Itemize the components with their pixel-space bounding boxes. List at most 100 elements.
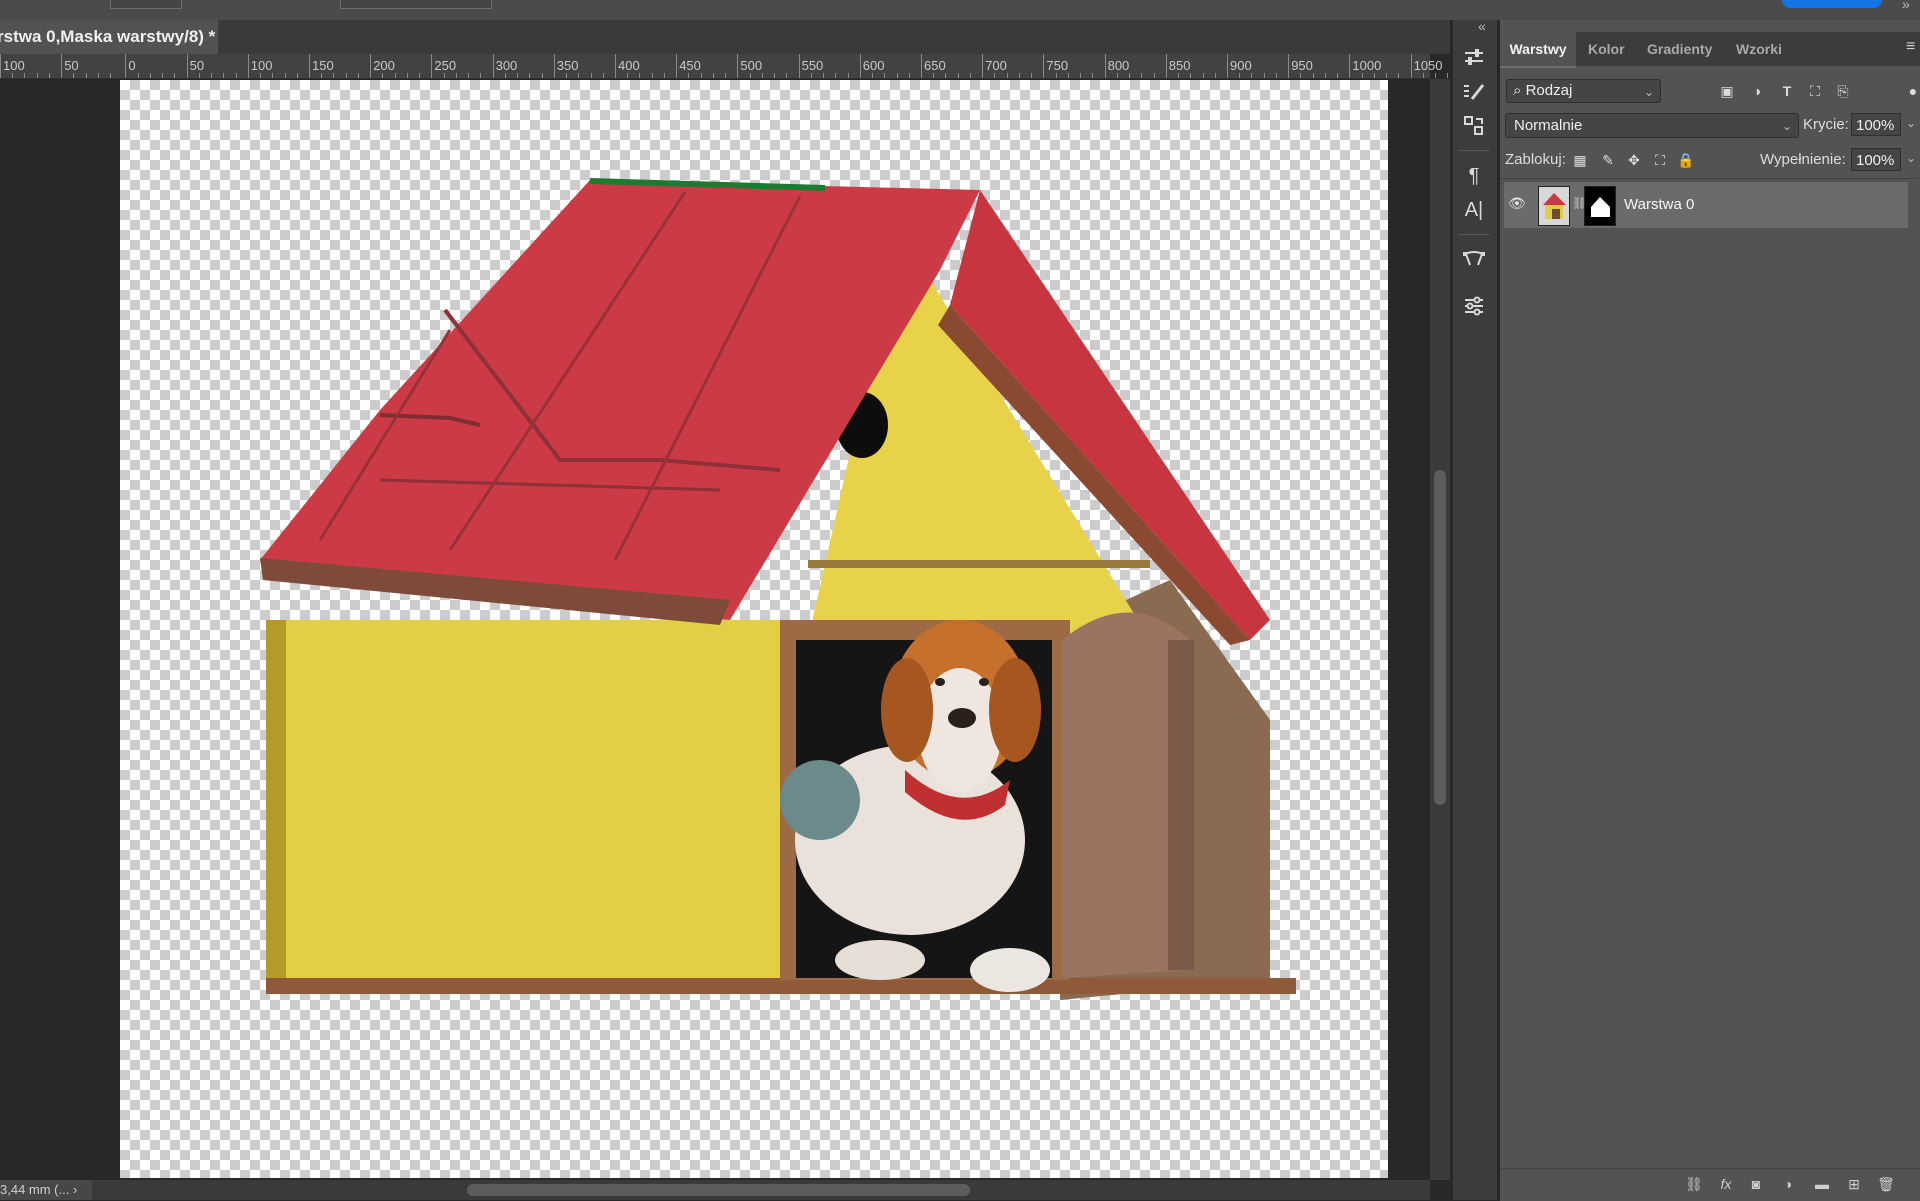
ruler-major-tick: [798, 54, 800, 78]
ruler-minor-tick: [174, 73, 176, 78]
ruler-major-tick: [737, 54, 739, 78]
properties-icon[interactable]: [1458, 292, 1490, 320]
filter-toggle-icon[interactable]: ●: [1902, 80, 1920, 102]
link-layers-icon[interactable]: ⛓: [1682, 1174, 1706, 1194]
ruler-minor-tick: [786, 73, 788, 78]
shape-filter-icon[interactable]: ⛶: [1804, 80, 1826, 102]
layer-filter-dropdown[interactable]: ⌕ Rodzaj ⌄: [1506, 79, 1661, 103]
ruler-major-tick: [921, 54, 922, 78]
layer-thumbnail[interactable]: [1538, 186, 1570, 226]
ruler-label: 0: [128, 58, 136, 73]
collapse-icon[interactable]: «: [1478, 18, 1486, 34]
ruler-label: 1000: [1352, 58, 1382, 73]
clone-source-icon[interactable]: [1458, 112, 1490, 140]
tab-wzorki[interactable]: Wzorki: [1736, 32, 1782, 66]
ruler-minor-tick: [1067, 73, 1069, 78]
blend-mode-dropdown[interactable]: Normalnie ⌄: [1505, 113, 1799, 138]
ruler-minor-tick: [1251, 73, 1253, 78]
fx-icon[interactable]: fx: [1714, 1174, 1738, 1194]
chevron-down-icon[interactable]: ⌄: [1906, 116, 1916, 130]
lock-transparency-icon[interactable]: ▦: [1570, 150, 1590, 170]
ruler-label: 600: [862, 58, 885, 73]
new-layer-icon[interactable]: ⊞: [1842, 1174, 1866, 1194]
ruler-label: 400: [618, 58, 640, 73]
ruler-minor-tick: [443, 73, 445, 78]
new-adjustment-layer-icon[interactable]: ◑: [1776, 1174, 1800, 1194]
status-bar[interactable]: 3,44 mm (... ›: [0, 1180, 92, 1200]
ruler-major-tick: [1043, 54, 1045, 78]
tab-kolor[interactable]: Kolor: [1588, 32, 1625, 66]
document-tab[interactable]: rstwa 0,Maska warstwy/8) *: [0, 20, 218, 54]
ruler-minor-tick: [1031, 73, 1033, 78]
ruler-minor-tick: [36, 73, 38, 78]
ruler-major-tick: [61, 54, 63, 78]
pixel-filter-icon[interactable]: ▣: [1716, 80, 1738, 102]
ruler-minor-tick: [1141, 73, 1143, 78]
ruler-minor-tick: [933, 73, 935, 78]
lock-all-icon[interactable]: 🔒: [1676, 150, 1696, 170]
lock-artboard-icon[interactable]: ⛶: [1650, 150, 1670, 170]
eye-icon[interactable]: 👁: [1508, 195, 1528, 215]
type-filter-icon[interactable]: T: [1776, 80, 1798, 102]
fill-label: Wypełnienie:: [1760, 151, 1846, 168]
ruler-minor-tick: [272, 73, 274, 78]
ruler-minor-tick: [1373, 73, 1375, 78]
brush-settings-icon[interactable]: [1458, 78, 1490, 106]
ruler-minor-tick: [48, 73, 50, 78]
ruler-minor-tick: [455, 73, 457, 78]
ruler-minor-tick: [651, 73, 653, 78]
ruler-major-tick: [982, 54, 984, 78]
ruler-minor-tick: [566, 73, 568, 78]
lock-pixels-icon[interactable]: ✎: [1598, 150, 1618, 170]
tab-gradienty[interactable]: Gradienty: [1647, 32, 1712, 66]
ruler-major-tick: [859, 54, 861, 78]
ruler-major-tick: [370, 54, 372, 78]
fill-field[interactable]: 100%: [1851, 148, 1901, 171]
ruler-minor-tick: [162, 73, 164, 78]
horizontal-scroll-thumb[interactable]: [467, 1184, 970, 1196]
ruler-minor-tick: [1337, 73, 1339, 78]
option-dropdown[interactable]: [340, 0, 492, 9]
ruler-minor-tick: [137, 73, 139, 78]
opacity-field[interactable]: 100%: [1851, 113, 1901, 136]
ruler-minor-tick: [24, 73, 26, 78]
layer-name[interactable]: Warstwa 0: [1624, 196, 1694, 213]
trash-icon[interactable]: 🗑: [1874, 1174, 1898, 1194]
lock-position-icon[interactable]: ✥: [1624, 150, 1644, 170]
character-icon[interactable]: A|: [1458, 196, 1490, 224]
ruler-minor-tick: [1447, 73, 1449, 78]
document-canvas[interactable]: [120, 80, 1388, 1178]
chevron-down-icon[interactable]: ⌄: [1906, 151, 1916, 165]
paragraph-icon[interactable]: ¶: [1458, 162, 1490, 190]
ruler-minor-tick: [761, 73, 763, 78]
ruler-minor-tick: [994, 73, 996, 78]
ruler-minor-tick: [957, 73, 959, 78]
add-mask-icon[interactable]: ◙: [1744, 1174, 1768, 1194]
ruler-major-tick: [186, 54, 188, 78]
adjustments-icon[interactable]: [1458, 44, 1490, 72]
mask-thumbnail[interactable]: [1584, 186, 1616, 226]
adjustment-filter-icon[interactable]: ◑: [1746, 80, 1768, 102]
smart-object-filter-icon[interactable]: ⎘: [1832, 80, 1854, 102]
blend-mode-value: Normalnie: [1514, 117, 1583, 134]
new-group-icon[interactable]: ▬: [1810, 1174, 1834, 1194]
tab-warstwy[interactable]: Warstwy: [1500, 32, 1576, 68]
ruler-minor-tick: [97, 73, 99, 78]
chevron-down-icon: ⌄: [1781, 119, 1792, 133]
ruler-label: 300: [495, 58, 518, 73]
paths-icon[interactable]: [1458, 244, 1490, 272]
panel-menu-icon[interactable]: ≡: [1906, 38, 1915, 56]
panel-separator: [1500, 178, 1920, 179]
ruler-minor-tick: [321, 73, 323, 78]
vertical-scroll-thumb[interactable]: [1434, 470, 1446, 805]
ruler-major-tick: [1104, 54, 1106, 78]
ruler-minor-tick: [1116, 73, 1118, 78]
ruler-minor-tick: [1312, 73, 1314, 78]
ruler-minor-tick: [969, 73, 971, 78]
ruler-minor-tick: [480, 73, 482, 78]
ruler-minor-tick: [223, 73, 225, 78]
option-field[interactable]: [110, 0, 182, 9]
ruler-minor-tick: [85, 73, 87, 78]
share-button[interactable]: [1782, 0, 1882, 8]
expand-icon[interactable]: »: [1902, 0, 1910, 12]
